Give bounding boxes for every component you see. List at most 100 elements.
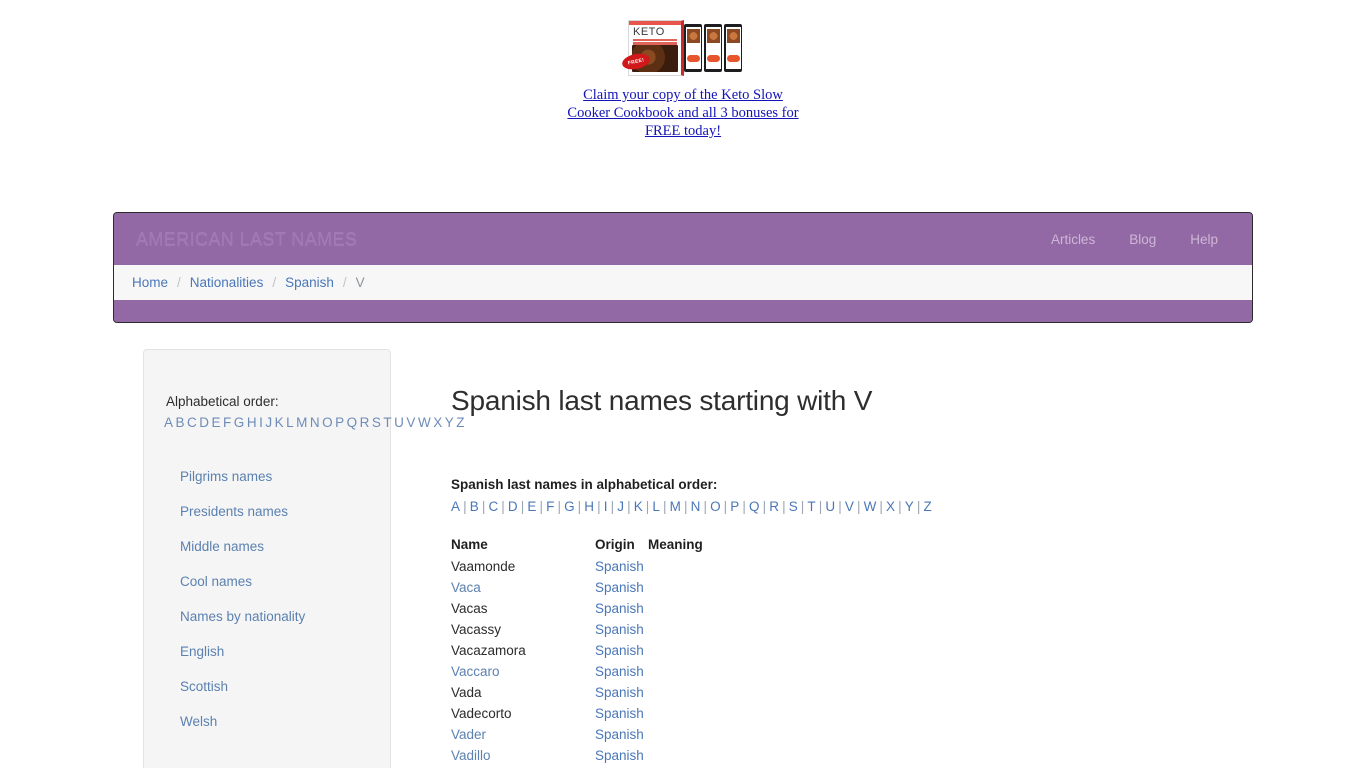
cell-origin[interactable]: Spanish — [595, 682, 648, 703]
alpha-link-h[interactable]: H — [584, 499, 594, 514]
alpha-link-u[interactable]: U — [825, 499, 835, 514]
name-link[interactable]: Vader — [451, 727, 486, 742]
column-header-origin: Origin — [595, 537, 635, 552]
cell-origin[interactable]: Spanish — [595, 556, 648, 577]
sidebar-item-pilgrims-names[interactable]: Pilgrims names — [144, 459, 390, 494]
sidebar-letter-j[interactable]: J — [265, 415, 274, 430]
sidebar: Alphabetical order: ABCDEFGHIJKLMNOPQRST… — [143, 349, 464, 768]
origin-link[interactable]: Spanish — [595, 643, 644, 658]
sidebar-item-english[interactable]: English — [144, 634, 390, 669]
cell-origin[interactable]: Spanish — [595, 745, 648, 766]
alpha-link-v[interactable]: V — [845, 499, 854, 514]
origin-link[interactable]: Spanish — [595, 664, 644, 679]
breadcrumb-separator: / — [177, 275, 181, 290]
origin-link[interactable]: Spanish — [595, 622, 644, 637]
sidebar-letter-d[interactable]: D — [199, 415, 211, 430]
cell-origin[interactable]: Spanish — [595, 577, 648, 598]
name-link[interactable]: Vadillo — [451, 748, 491, 763]
sidebar-letter-l[interactable]: L — [286, 415, 296, 430]
breadcrumb-item-nationalities[interactable]: Nationalities — [190, 275, 264, 290]
alpha-link-x[interactable]: X — [886, 499, 895, 514]
cell-origin[interactable]: Spanish — [595, 640, 648, 661]
main-alphabet-nav: A | B | C | D | E | F | G | H | I | J | K | L | M | N | O | P | Q | R | S | T |… — [451, 499, 1253, 514]
alpha-link-m[interactable]: M — [670, 499, 681, 514]
alpha-separator: | — [481, 499, 486, 514]
sidebar-letter-s[interactable]: S — [372, 415, 384, 430]
alpha-link-q[interactable]: Q — [749, 499, 760, 514]
cell-origin[interactable]: Spanish — [595, 703, 648, 724]
sidebar-item-middle-names[interactable]: Middle names — [144, 529, 390, 564]
sidebar-letter-m[interactable]: M — [296, 415, 310, 430]
cell-meaning — [648, 703, 703, 724]
alpha-link-w[interactable]: W — [864, 499, 877, 514]
sidebar-letter-e[interactable]: E — [212, 415, 224, 430]
alpha-link-k[interactable]: K — [634, 499, 643, 514]
origin-link[interactable]: Spanish — [595, 580, 644, 595]
ad-device-3-screen — [725, 27, 741, 69]
origin-link[interactable]: Spanish — [595, 559, 644, 574]
name-link[interactable]: Vaca — [451, 580, 481, 595]
sidebar-item-welsh[interactable]: Welsh — [144, 704, 390, 739]
ad-cta-link[interactable]: Claim your copy of the Keto Slow Cooker … — [564, 86, 802, 140]
sidebar-letter-f[interactable]: F — [223, 415, 234, 430]
alpha-separator: | — [645, 499, 650, 514]
sidebar-letter-o[interactable]: O — [322, 415, 335, 430]
cell-origin[interactable]: Spanish — [595, 724, 648, 745]
sidebar-letter-c[interactable]: C — [187, 415, 199, 430]
sidebar-letter-g[interactable]: G — [234, 415, 247, 430]
sidebar-letter-p[interactable]: P — [335, 415, 347, 430]
origin-link[interactable]: Spanish — [595, 706, 644, 721]
sidebar-item-presidents-names[interactable]: Presidents names — [144, 494, 390, 529]
alpha-separator: | — [627, 499, 631, 514]
site-brand[interactable]: AMERICAN LAST NAMES — [136, 229, 357, 250]
alpha-link-n[interactable]: N — [691, 499, 701, 514]
cell-name[interactable]: Vader — [451, 724, 595, 745]
nav-item-help[interactable]: Help — [1190, 232, 1218, 247]
alpha-link-g[interactable]: G — [564, 499, 575, 514]
alpha-link-c[interactable]: C — [488, 499, 498, 514]
cell-name: Vadecorto — [451, 706, 512, 721]
origin-link[interactable]: Spanish — [595, 727, 644, 742]
alpha-link-z[interactable]: Z — [923, 499, 931, 514]
sidebar-letter-r[interactable]: R — [360, 415, 372, 430]
alpha-separator: | — [520, 499, 525, 514]
sidebar-letter-b[interactable]: B — [176, 415, 188, 430]
cell-origin[interactable]: Spanish — [595, 598, 648, 619]
name-link[interactable]: Vaccaro — [451, 664, 500, 679]
cell-origin[interactable]: Spanish — [595, 619, 648, 640]
alpha-link-b[interactable]: B — [470, 499, 479, 514]
sidebar-letter-q[interactable]: Q — [347, 415, 360, 430]
alpha-separator: | — [856, 499, 861, 514]
alpha-link-a[interactable]: A — [451, 499, 460, 514]
alpha-link-d[interactable]: D — [508, 499, 518, 514]
site-header: AMERICAN LAST NAMES Articles Blog Help H… — [113, 212, 1253, 323]
nav-item-blog[interactable]: Blog — [1129, 232, 1156, 247]
sidebar-letter-k[interactable]: K — [275, 415, 287, 430]
alpha-link-s[interactable]: S — [789, 499, 798, 514]
alpha-link-y[interactable]: Y — [905, 499, 914, 514]
sidebar-letter-a[interactable]: A — [164, 415, 176, 430]
origin-link[interactable]: Spanish — [595, 748, 644, 763]
ad-book-title: KETO — [633, 26, 665, 38]
origin-link[interactable]: Spanish — [595, 601, 644, 616]
alpha-link-l[interactable]: L — [652, 499, 660, 514]
cell-name[interactable]: Vadillo — [451, 745, 595, 766]
breadcrumb-item-spanish[interactable]: Spanish — [285, 275, 334, 290]
ad-product-image[interactable]: KETO FREE! — [622, 18, 744, 78]
sidebar-letter-n[interactable]: N — [310, 415, 322, 430]
alpha-link-r[interactable]: R — [769, 499, 779, 514]
sidebar-item-scottish[interactable]: Scottish — [144, 669, 390, 704]
cell-name[interactable]: Vaca — [451, 577, 595, 598]
cell-origin[interactable]: Spanish — [595, 661, 648, 682]
origin-link[interactable]: Spanish — [595, 685, 644, 700]
cell-name[interactable]: Vaccaro — [451, 661, 595, 682]
ad-device-2-screen — [705, 27, 721, 69]
sidebar-item-cool-names[interactable]: Cool names — [144, 564, 390, 599]
nav-item-articles[interactable]: Articles — [1051, 232, 1095, 247]
alpha-separator: | — [663, 499, 667, 514]
breadcrumb-item-home[interactable]: Home — [132, 275, 168, 290]
alpha-link-t[interactable]: T — [807, 499, 815, 514]
sidebar-letter-h[interactable]: H — [247, 415, 259, 430]
alpha-link-o[interactable]: O — [710, 499, 721, 514]
sidebar-item-names-by-nationality[interactable]: Names by nationality — [144, 599, 390, 634]
